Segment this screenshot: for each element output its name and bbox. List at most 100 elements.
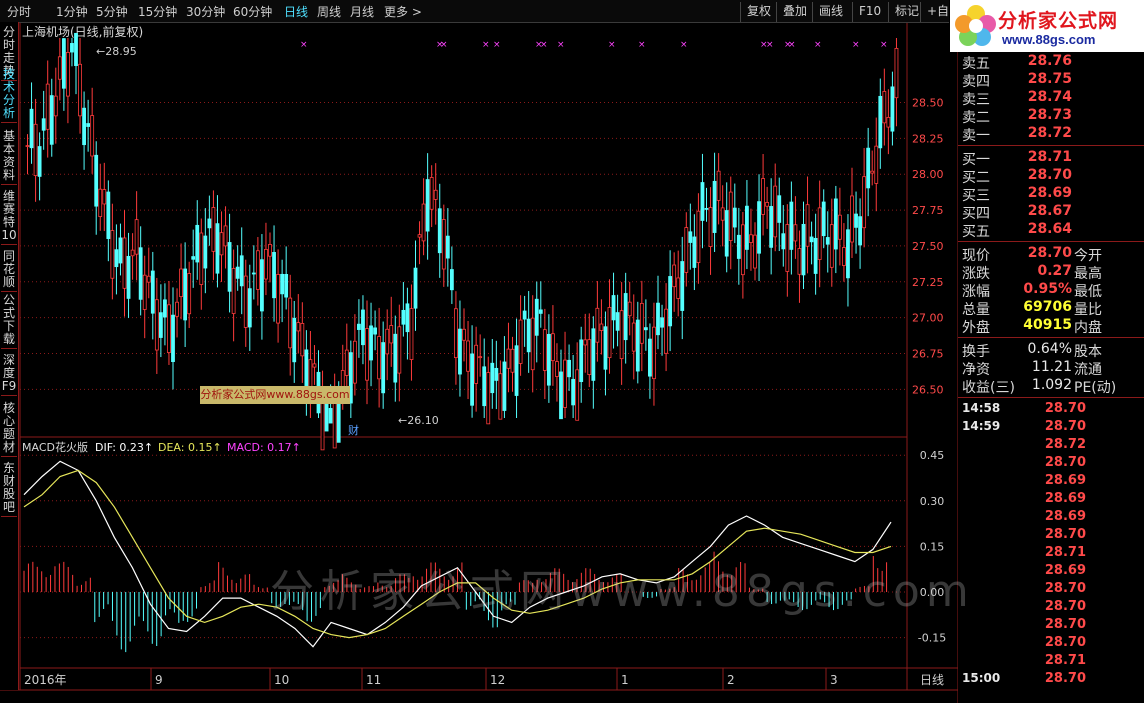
candle-body (862, 176, 867, 229)
quote-panel: 卖五 28.76 卖四 28.75 卖三 28.74 卖二 28.73 卖一 28.72 买一 28.… (958, 52, 1144, 703)
ask-0: 卖五 28.76 (958, 53, 1144, 72)
period-0[interactable]: 分时 (7, 3, 31, 20)
candle-body (619, 310, 624, 360)
signal-marker: × (557, 40, 565, 50)
period-9[interactable]: 更多 > (384, 3, 422, 20)
candle-body (837, 214, 842, 240)
candle-body (571, 378, 576, 406)
candle-body (150, 270, 155, 314)
candle-body (425, 179, 430, 232)
side-tab-6[interactable]: 深度F9 (1, 354, 17, 396)
stat-3: 总量 69706 量比 (958, 299, 1144, 318)
candle-body (243, 275, 248, 328)
signal-marker: × (608, 40, 616, 50)
toolbar-button-1[interactable]: 叠加 (776, 2, 813, 22)
period-2[interactable]: 5分钟 (96, 3, 128, 20)
candle-body (49, 95, 54, 145)
candle-body (720, 207, 725, 221)
candle-body (385, 328, 390, 355)
stat-0-label2: 今开 (1074, 248, 1102, 264)
side-tab-7[interactable]: 核心题材 (1, 402, 17, 457)
toolbar-button-0[interactable]: 复权 (740, 2, 777, 22)
candle-body (854, 213, 858, 228)
candle-body (421, 203, 426, 242)
quote-sep-2 (958, 241, 1144, 242)
toolbar-button-3[interactable]: F10 (852, 2, 887, 22)
candle-body (126, 255, 131, 299)
sidebar-tabs: 分时走势 技术分析 基本资料 维赛特10 同花顺 公式下载 深度F9 核心题材 东财股吧 (0, 22, 19, 690)
tick-price: 28.71 (1044, 653, 1086, 668)
tick-price: 28.70 (1044, 635, 1086, 650)
stat2-1-label2: 流通 (1074, 362, 1102, 378)
candle-body (231, 268, 236, 314)
period-4[interactable]: 30分钟 (186, 3, 225, 20)
side-tab-4[interactable]: 同花顺 (1, 250, 17, 292)
candle-body (534, 298, 539, 336)
candle-body (191, 256, 196, 260)
candle-body (433, 189, 438, 200)
candle-body (352, 340, 357, 384)
candle-body (809, 236, 814, 243)
candle-body (312, 363, 317, 368)
bid-1: 买二 28.70 (958, 167, 1144, 186)
candle-body (850, 195, 854, 243)
candle-body (805, 204, 810, 247)
candle-body (74, 32, 78, 66)
candle-body (785, 224, 790, 272)
tick-row-1: 14:59 28.70 (958, 419, 1144, 437)
toolbar-button-2[interactable]: 画线 (812, 2, 849, 22)
candle-body (195, 224, 200, 263)
signal-marker: × (814, 40, 822, 50)
period-6[interactable]: 日线 (284, 3, 308, 20)
tick-row-5: 28.69 (958, 491, 1144, 509)
bid-3: 买四 28.67 (958, 203, 1144, 222)
signal-marker: × (493, 40, 501, 50)
candle-body (813, 237, 818, 274)
stat2-2-label2: PE(动) (1074, 380, 1117, 396)
stat2-0-label: 换手 (962, 344, 990, 360)
period-8[interactable]: 月线 (350, 3, 374, 20)
price-tick-5: 27.25 (912, 276, 944, 289)
stat-3-label2: 量比 (1074, 302, 1102, 318)
bid-2-label: 买三 (962, 188, 990, 204)
candle-body (894, 47, 899, 99)
candle-body (397, 326, 402, 374)
stat-1: 涨跌 0.27 最高 (958, 263, 1144, 282)
stat2-2-value: 1.092 (1031, 377, 1072, 393)
candle-body (134, 219, 139, 255)
stat-2-label: 涨幅 (962, 284, 990, 300)
watermark-box: 分析家公式网www.88gs.com (200, 386, 350, 404)
candle-body (215, 223, 220, 274)
stat2-2: 收益(三) 1.092 PE(动) (958, 377, 1144, 396)
period-7[interactable]: 周线 (317, 3, 341, 20)
candle-body (870, 170, 875, 174)
stat-4-label2: 内盘 (1074, 320, 1102, 336)
macd-tick-0: 0.45 (920, 449, 945, 462)
signal-marker: × (788, 40, 796, 50)
candle-body (611, 295, 616, 321)
site-logo: 分析家公式网 www.88gs.com (950, 0, 1144, 52)
stat-3-label: 总量 (962, 302, 990, 318)
quote-sep-1 (958, 145, 1144, 146)
candle-body (825, 237, 830, 245)
side-tab-1[interactable]: 技术分析 (1, 68, 17, 123)
candle-body (797, 248, 802, 275)
candle-body (761, 178, 765, 215)
tick-price: 28.70 (1044, 581, 1086, 596)
candle-body (413, 267, 418, 309)
stat2-1-label: 净资 (962, 362, 990, 378)
candle-body (61, 38, 66, 89)
side-tab-2[interactable]: 基本资料 (1, 130, 17, 185)
candle-body (454, 308, 458, 359)
candle-body (441, 219, 446, 270)
flower-icon (955, 5, 996, 46)
side-tab-3[interactable]: 维赛特10 (1, 190, 17, 245)
period-5[interactable]: 60分钟 (233, 3, 272, 20)
side-tab-5[interactable]: 公式下载 (1, 294, 17, 349)
candle-body (458, 328, 462, 375)
candle-body (502, 361, 507, 411)
ask-2: 卖三 28.74 (958, 89, 1144, 108)
period-1[interactable]: 1分钟 (56, 3, 88, 20)
side-tab-8[interactable]: 东财股吧 (1, 462, 17, 517)
period-3[interactable]: 15分钟 (138, 3, 177, 20)
